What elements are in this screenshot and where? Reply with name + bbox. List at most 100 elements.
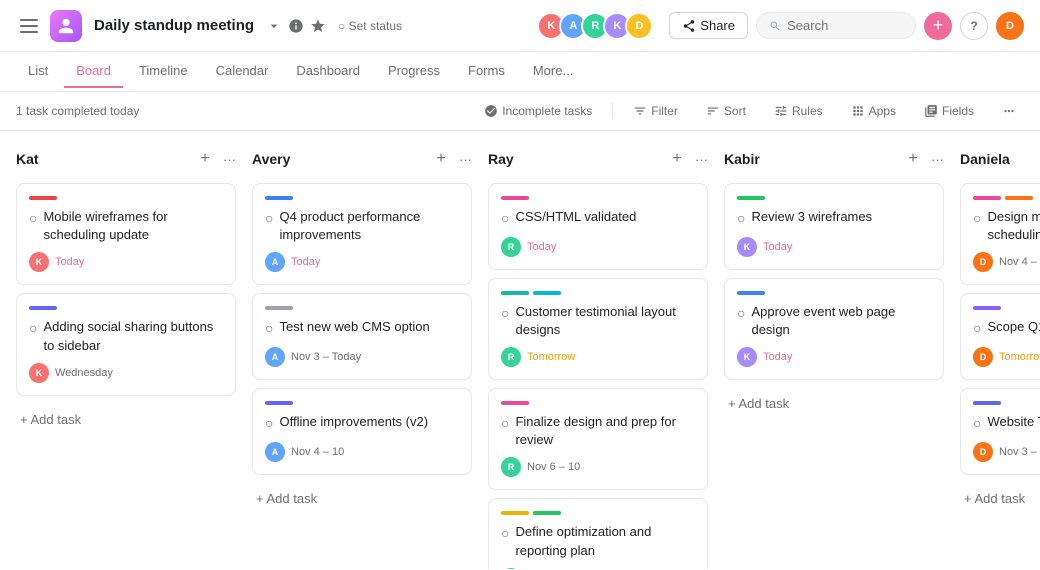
card-tags <box>501 196 695 200</box>
search-input[interactable] <box>787 18 903 33</box>
tab-board[interactable]: Board <box>64 55 123 88</box>
task-card[interactable]: ○Adding social sharing buttons to sideba… <box>16 293 236 395</box>
title-actions <box>266 18 326 34</box>
tag-red <box>29 196 57 200</box>
rules-icon <box>774 104 788 118</box>
column-daniela: Daniela + ··· ○Design mobile wireframes … <box>960 147 1040 553</box>
check-circle-icon: ○ <box>265 319 273 339</box>
card-title: ○Customer testimonial layout designs <box>501 303 695 339</box>
incomplete-tasks-btn[interactable]: Incomplete tasks <box>476 100 600 122</box>
column-title: Ray <box>488 151 659 167</box>
card-title-text: Design mobile wireframes scheduling feat… <box>987 208 1040 244</box>
filter-btn[interactable]: Filter <box>625 100 686 122</box>
tag-pink <box>501 196 529 200</box>
card-tags <box>737 196 931 200</box>
card-title-text: Test new web CMS option <box>279 318 429 336</box>
card-title: ○Scope Q1 upcoming work <box>973 318 1040 339</box>
tag-indigo <box>29 306 57 310</box>
help-button[interactable]: ? <box>960 12 988 40</box>
sort-btn[interactable]: Sort <box>698 100 754 122</box>
card-avatar: D <box>973 252 993 272</box>
more-options-btn[interactable] <box>994 100 1024 122</box>
card-date: Today <box>763 351 792 363</box>
card-avatar: K <box>737 237 757 257</box>
tab-dashboard[interactable]: Dashboard <box>284 55 372 88</box>
tab-timeline[interactable]: Timeline <box>127 55 200 88</box>
tab-list[interactable]: List <box>16 55 60 88</box>
card-avatar: R <box>501 237 521 257</box>
tab-progress[interactable]: Progress <box>376 55 452 88</box>
add-task-btn[interactable]: + Add task <box>16 404 236 435</box>
card-date: Nov 6 – 10 <box>527 461 580 473</box>
task-card[interactable]: ○Q4 product performance improvementsATod… <box>252 183 472 285</box>
add-task-btn[interactable]: + Add task <box>724 388 944 419</box>
card-avatar: R <box>501 568 521 569</box>
task-card[interactable]: ○Review 3 wireframesKToday <box>724 183 944 270</box>
fields-btn[interactable]: Fields <box>916 100 982 122</box>
card-tags <box>737 291 931 295</box>
task-card[interactable]: ○Offline improvements (v2)ANov 4 – 10 <box>252 388 472 475</box>
card-title: ○Review 3 wireframes <box>737 208 931 229</box>
circle-check-icon <box>484 104 498 118</box>
apps-label: Apps <box>869 104 896 118</box>
card-date: Today <box>55 256 84 268</box>
card-footer: DNov 3 – 11 <box>973 442 1040 462</box>
user-avatar[interactable]: D <box>996 12 1024 40</box>
set-status[interactable]: Set status <box>338 19 402 33</box>
task-card[interactable]: ○Test new web CMS optionANov 3 – Today <box>252 293 472 380</box>
share-button[interactable]: Share <box>669 12 748 39</box>
task-card[interactable]: ○Define optimization and reporting planR… <box>488 498 708 569</box>
star-icon[interactable] <box>310 18 326 34</box>
tag-pink <box>973 196 1001 200</box>
card-tags <box>501 291 695 295</box>
task-card[interactable]: ○Approve event web page designKToday <box>724 278 944 380</box>
column-more-btn[interactable]: ··· <box>931 152 944 167</box>
task-card[interactable]: ○Finalize design and prep for reviewRNov… <box>488 388 708 490</box>
task-card[interactable]: ○ Mobile wireframes for scheduling update… <box>16 183 236 285</box>
info-icon[interactable] <box>288 18 304 34</box>
column-more-btn[interactable]: ··· <box>459 152 472 167</box>
column-add-btn[interactable]: + <box>193 147 217 171</box>
nav-tabs: List Board Timeline Calendar Dashboard P… <box>0 52 1040 92</box>
column-add-btn[interactable]: + <box>429 147 453 171</box>
card-title-text: Mobile wireframes for scheduling update <box>43 208 223 244</box>
toolbar: 1 task completed today Incomplete tasks … <box>0 92 1040 131</box>
task-card[interactable]: ○Scope Q1 upcoming work DTomorrow <box>960 293 1040 380</box>
tag-blue <box>737 291 765 295</box>
card-footer: DNov 4 – Today <box>973 252 1040 272</box>
card-avatar: D <box>973 442 993 462</box>
rules-btn[interactable]: Rules <box>766 100 831 122</box>
chevron-down-icon[interactable] <box>266 18 282 34</box>
hamburger-menu[interactable] <box>16 15 42 37</box>
more-dots-icon <box>1002 104 1016 118</box>
column-add-btn[interactable]: + <box>665 147 689 171</box>
card-date: Tomorrow <box>527 351 575 363</box>
column-more-btn[interactable]: ··· <box>223 152 236 167</box>
card-title: ○Finalize design and prep for review <box>501 413 695 449</box>
task-card[interactable]: ○CSS/HTML validatedRToday <box>488 183 708 270</box>
check-circle-icon: ○ <box>29 209 37 229</box>
tab-forms[interactable]: Forms <box>456 55 517 88</box>
column-title: Daniela <box>960 151 1040 167</box>
add-task-btn[interactable]: + Add task <box>252 483 472 514</box>
task-card[interactable]: ○Website TrafficDNov 3 – 11 <box>960 388 1040 475</box>
search-bar[interactable] <box>756 12 916 39</box>
column-more-btn[interactable]: ··· <box>695 152 708 167</box>
board: Kat + ··· ○Mobile wireframes for schedul… <box>0 131 1040 569</box>
column-title: Kabir <box>724 151 895 167</box>
tab-calendar[interactable]: Calendar <box>204 55 281 88</box>
column-add-btn[interactable]: + <box>901 147 925 171</box>
apps-btn[interactable]: Apps <box>843 100 904 122</box>
task-card[interactable]: ○Customer testimonial layout designsRTom… <box>488 278 708 380</box>
tab-more[interactable]: More... <box>521 55 585 88</box>
add-task-btn[interactable]: + Add task <box>960 483 1040 514</box>
card-footer: DTomorrow <box>973 347 1040 367</box>
card-avatar: K <box>29 363 49 383</box>
task-card[interactable]: ○Design mobile wireframes scheduling fea… <box>960 183 1040 285</box>
add-button[interactable]: + <box>924 12 952 40</box>
fields-label: Fields <box>942 104 974 118</box>
incomplete-tasks-label: Incomplete tasks <box>502 104 592 118</box>
card-date: Tomorrow <box>999 351 1040 363</box>
card-title: ○ Mobile wireframes for scheduling update <box>29 208 223 244</box>
check-circle-icon: ○ <box>265 414 273 434</box>
